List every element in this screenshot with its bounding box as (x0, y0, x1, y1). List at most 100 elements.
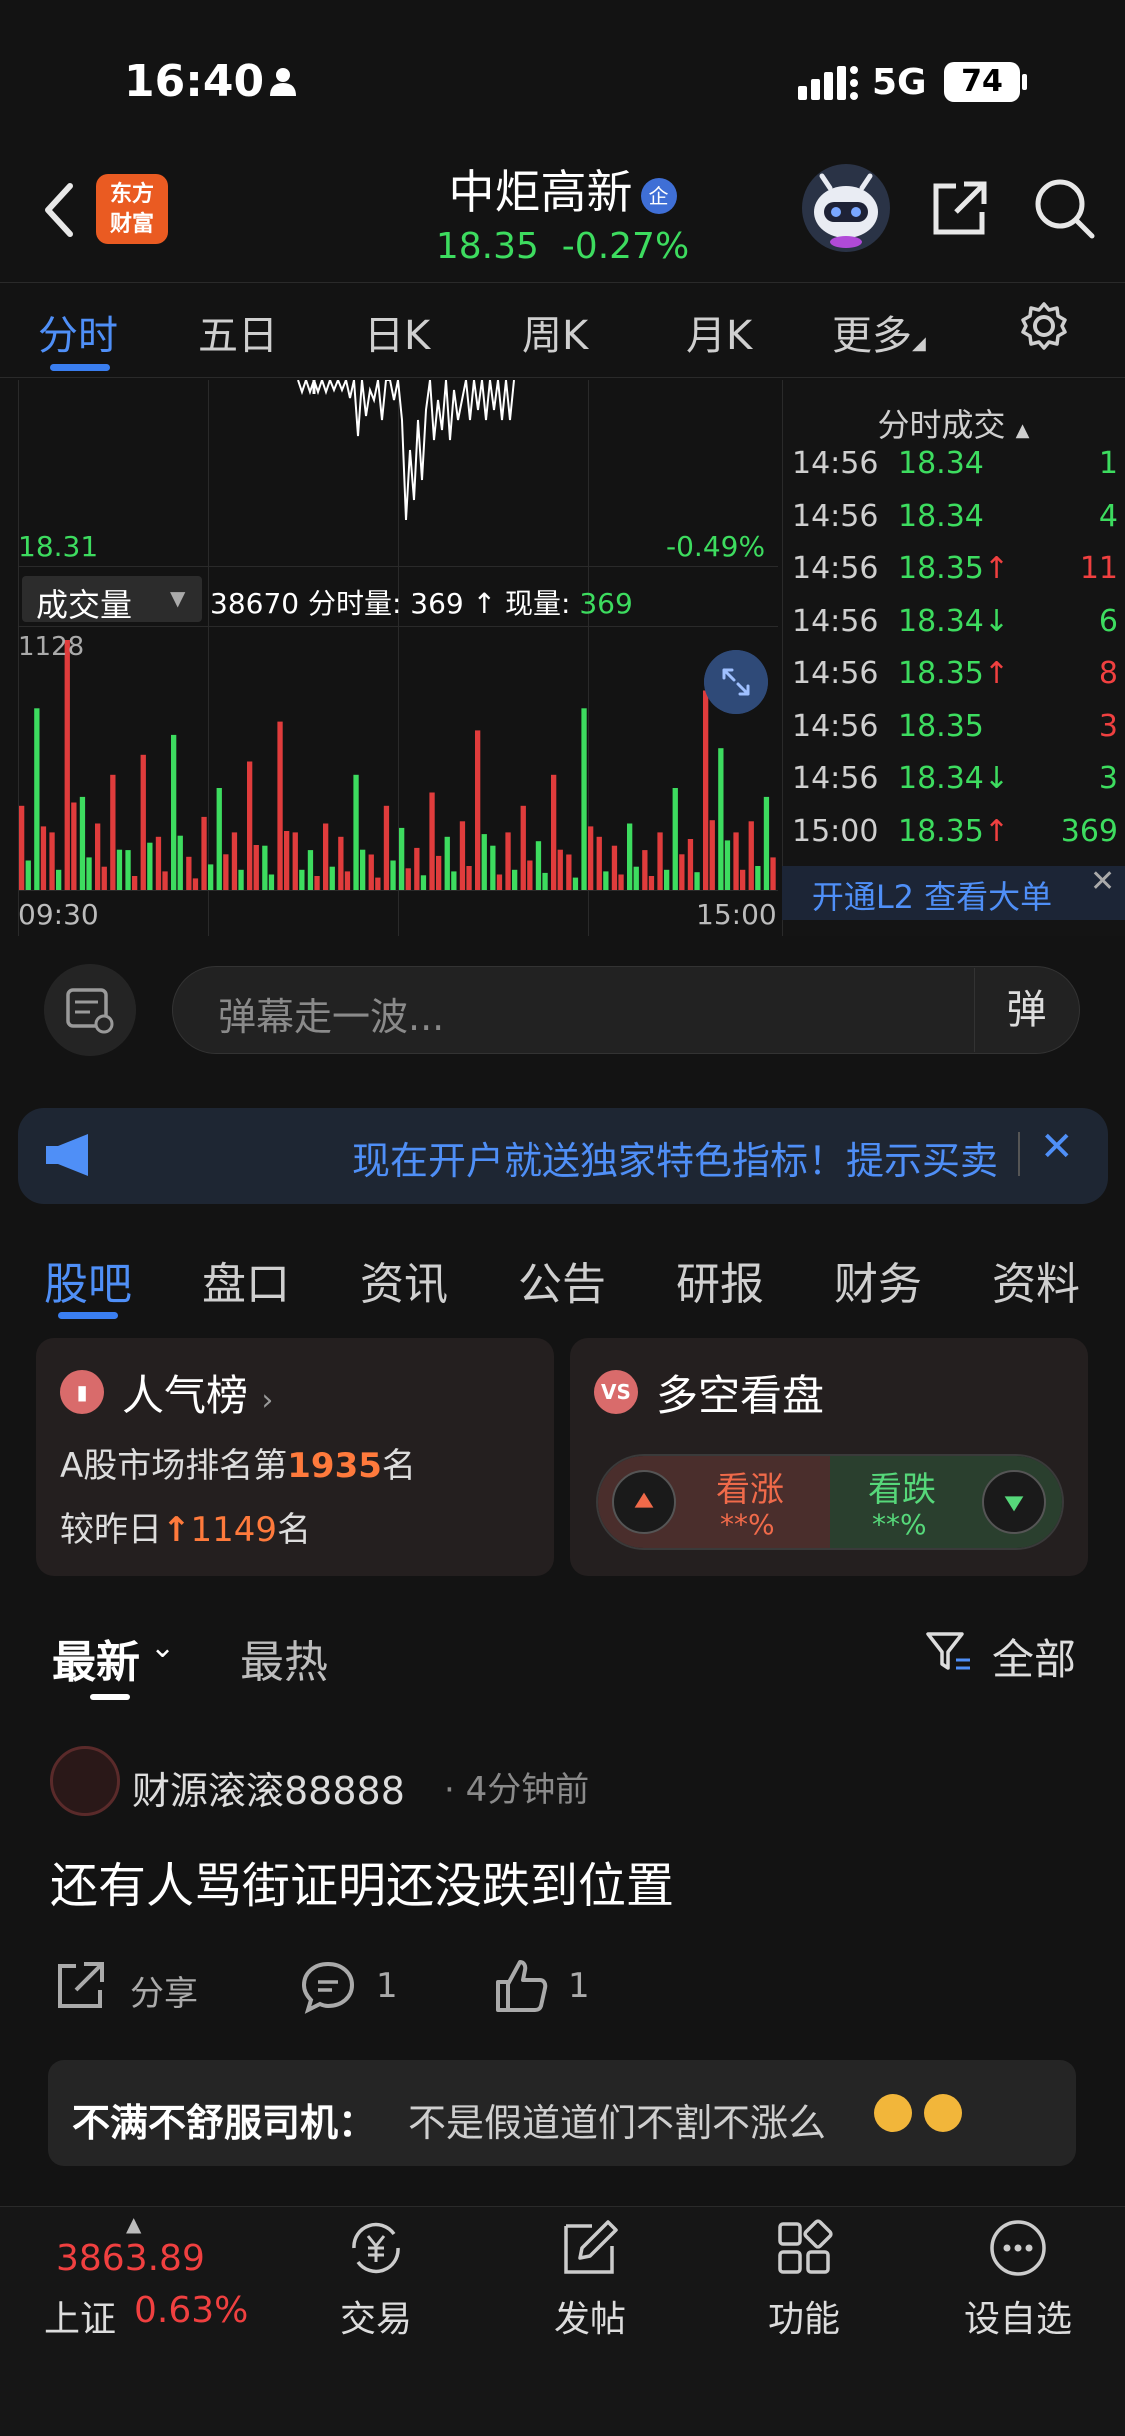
filter-label[interactable]: 全部 (992, 1626, 1076, 1687)
search-icon[interactable] (1032, 176, 1096, 240)
trade-volume: 11 (1079, 551, 1118, 586)
nav-post[interactable]: 发帖 (530, 2290, 650, 2342)
volume-bar (581, 708, 587, 890)
rank-value: 1935 (287, 1446, 382, 1486)
gear-icon[interactable] (1018, 300, 1070, 352)
tab-orderbook[interactable]: 盘口 (202, 1248, 290, 1312)
volume-bar (101, 866, 107, 890)
tab-daily-k[interactable]: 日K (364, 303, 430, 361)
expand-chart-icon[interactable] (704, 650, 768, 714)
tab-five-day[interactable]: 五日 (198, 303, 278, 361)
volume-info: 38670 分时量: 369 ↑ 现量: 369 (210, 582, 633, 622)
index-pct[interactable]: 0.63% (134, 2290, 248, 2331)
robot-assistant-icon[interactable] (800, 162, 892, 254)
more-dots-icon[interactable] (986, 2216, 1050, 2280)
trade-price: 18.35↑ (898, 656, 1009, 691)
close-icon[interactable]: ✕ (1090, 864, 1115, 899)
trade-price-value: 18.34 (898, 446, 984, 481)
volume-bar (414, 847, 420, 890)
volume-bar (496, 874, 503, 890)
post-author[interactable]: 财源滚滚88888 (132, 1760, 405, 1815)
caret-up-icon: ▲ (126, 2212, 142, 2236)
status-time: 16:40 (124, 56, 265, 107)
tab-announcements[interactable]: 公告 (518, 1248, 606, 1312)
like-icon[interactable] (494, 1958, 550, 2014)
change-prefix: 较昨日 (60, 1510, 162, 1550)
share-icon[interactable] (52, 1958, 108, 2014)
volume-bar (284, 831, 290, 890)
grid-apps-icon[interactable] (772, 2216, 836, 2280)
tab-finance[interactable]: 财务 (834, 1248, 922, 1312)
megaphone-icon (46, 1134, 88, 1176)
volume-bar (231, 832, 238, 890)
tab-more[interactable]: 更多◢ (832, 303, 926, 361)
l2-upgrade-label[interactable]: 开通L2 查看大单 (782, 872, 1082, 918)
filter-icon[interactable] (924, 1628, 972, 1676)
volume-bar (755, 866, 761, 890)
nav-trade[interactable]: 交易 (316, 2290, 436, 2342)
promo-text[interactable]: 现在开户就送独家特色指标！提示买卖 (352, 1130, 1016, 1185)
volume-bar (323, 823, 329, 890)
nav-functions[interactable]: 功能 (744, 2290, 864, 2342)
popularity-card[interactable]: ▮ 人气榜 › A股市场排名第1935名 较昨日↑1149名 (36, 1338, 554, 1576)
tab-research[interactable]: 研报 (676, 1248, 764, 1312)
price-low-label: 18.31 (18, 530, 99, 563)
volume-bar (147, 842, 153, 890)
share-label[interactable]: 分享 (130, 1966, 198, 2015)
trade-volume: 8 (1098, 656, 1118, 691)
comment-icon[interactable] (300, 1958, 356, 2014)
trade-row: 14:56 18.35↑ 11 (792, 551, 1118, 603)
volume-bar (520, 805, 526, 890)
trades-title[interactable]: 分时成交 ▲ (782, 400, 1125, 446)
tab-intraday[interactable]: 分时 (38, 303, 118, 361)
volume-bar (155, 836, 162, 890)
comment-count[interactable]: 1 (376, 1966, 398, 2006)
volume-bar (95, 823, 101, 890)
promo-close-icon[interactable]: ✕ (1040, 1124, 1074, 1170)
comment-author[interactable]: 不满不舒服司机： (72, 2092, 376, 2147)
index-name[interactable]: 上证 (44, 2290, 116, 2342)
volume-bars (19, 640, 776, 890)
like-count[interactable]: 1 (568, 1966, 590, 2006)
tab-forum[interactable]: 股吧 (44, 1248, 132, 1312)
tab-weekly-k[interactable]: 周K (522, 303, 588, 361)
avatar[interactable] (50, 1746, 120, 1816)
danmaku-toggle-button[interactable]: 弹 (974, 968, 1078, 1052)
volume-bar (132, 876, 138, 890)
yuan-exchange-icon[interactable] (344, 2216, 408, 2280)
share-icon[interactable] (928, 176, 992, 240)
danmaku-settings-icon[interactable] (44, 964, 136, 1056)
trade-row: 14:56 18.34 4 (792, 499, 1118, 551)
volume-bar (512, 869, 518, 890)
sort-hot[interactable]: 最热 (240, 1626, 328, 1690)
post-time: · 4分钟前 (444, 1770, 590, 1810)
compose-icon[interactable] (558, 2216, 622, 2280)
nav-watchlist[interactable]: 设自选 (958, 2290, 1078, 2342)
chevron-down-icon[interactable]: ⌄ (150, 1630, 175, 1665)
promo-divider (1018, 1132, 1020, 1176)
vote-down-icon[interactable] (982, 1470, 1046, 1534)
tab-news[interactable]: 资讯 (360, 1248, 448, 1312)
volume-bar (420, 875, 427, 890)
tab-profile[interactable]: 资料 (992, 1248, 1080, 1312)
volume-bar (64, 640, 70, 890)
sort-latest[interactable]: 最新 (52, 1626, 140, 1690)
tab-monthly-k[interactable]: 月K (686, 303, 752, 361)
vote-up-icon[interactable] (612, 1470, 676, 1534)
chart-tabs: 分时 五日 日K 周K 月K 更多◢ (0, 282, 1125, 378)
change-value: 1149 (190, 1510, 278, 1550)
current-volume: 369 (579, 587, 633, 620)
vs-icon: VS (594, 1370, 638, 1414)
volume-bar (648, 876, 655, 890)
intraday-chart[interactable] (18, 380, 778, 936)
volume-bar (329, 866, 335, 890)
grid-line (18, 890, 778, 891)
trade-volume: 3 (1098, 708, 1118, 744)
trade-direction-icon: ↓ (983, 603, 1010, 639)
volume-bar (733, 832, 739, 890)
post-body[interactable]: 还有人骂街证明还没跌到位置 (50, 1846, 674, 1916)
volume-bar (375, 877, 381, 890)
index-value[interactable]: 3863.89 (56, 2238, 205, 2279)
stock-price: 18.35 (435, 226, 539, 267)
volume-bar (551, 774, 557, 890)
